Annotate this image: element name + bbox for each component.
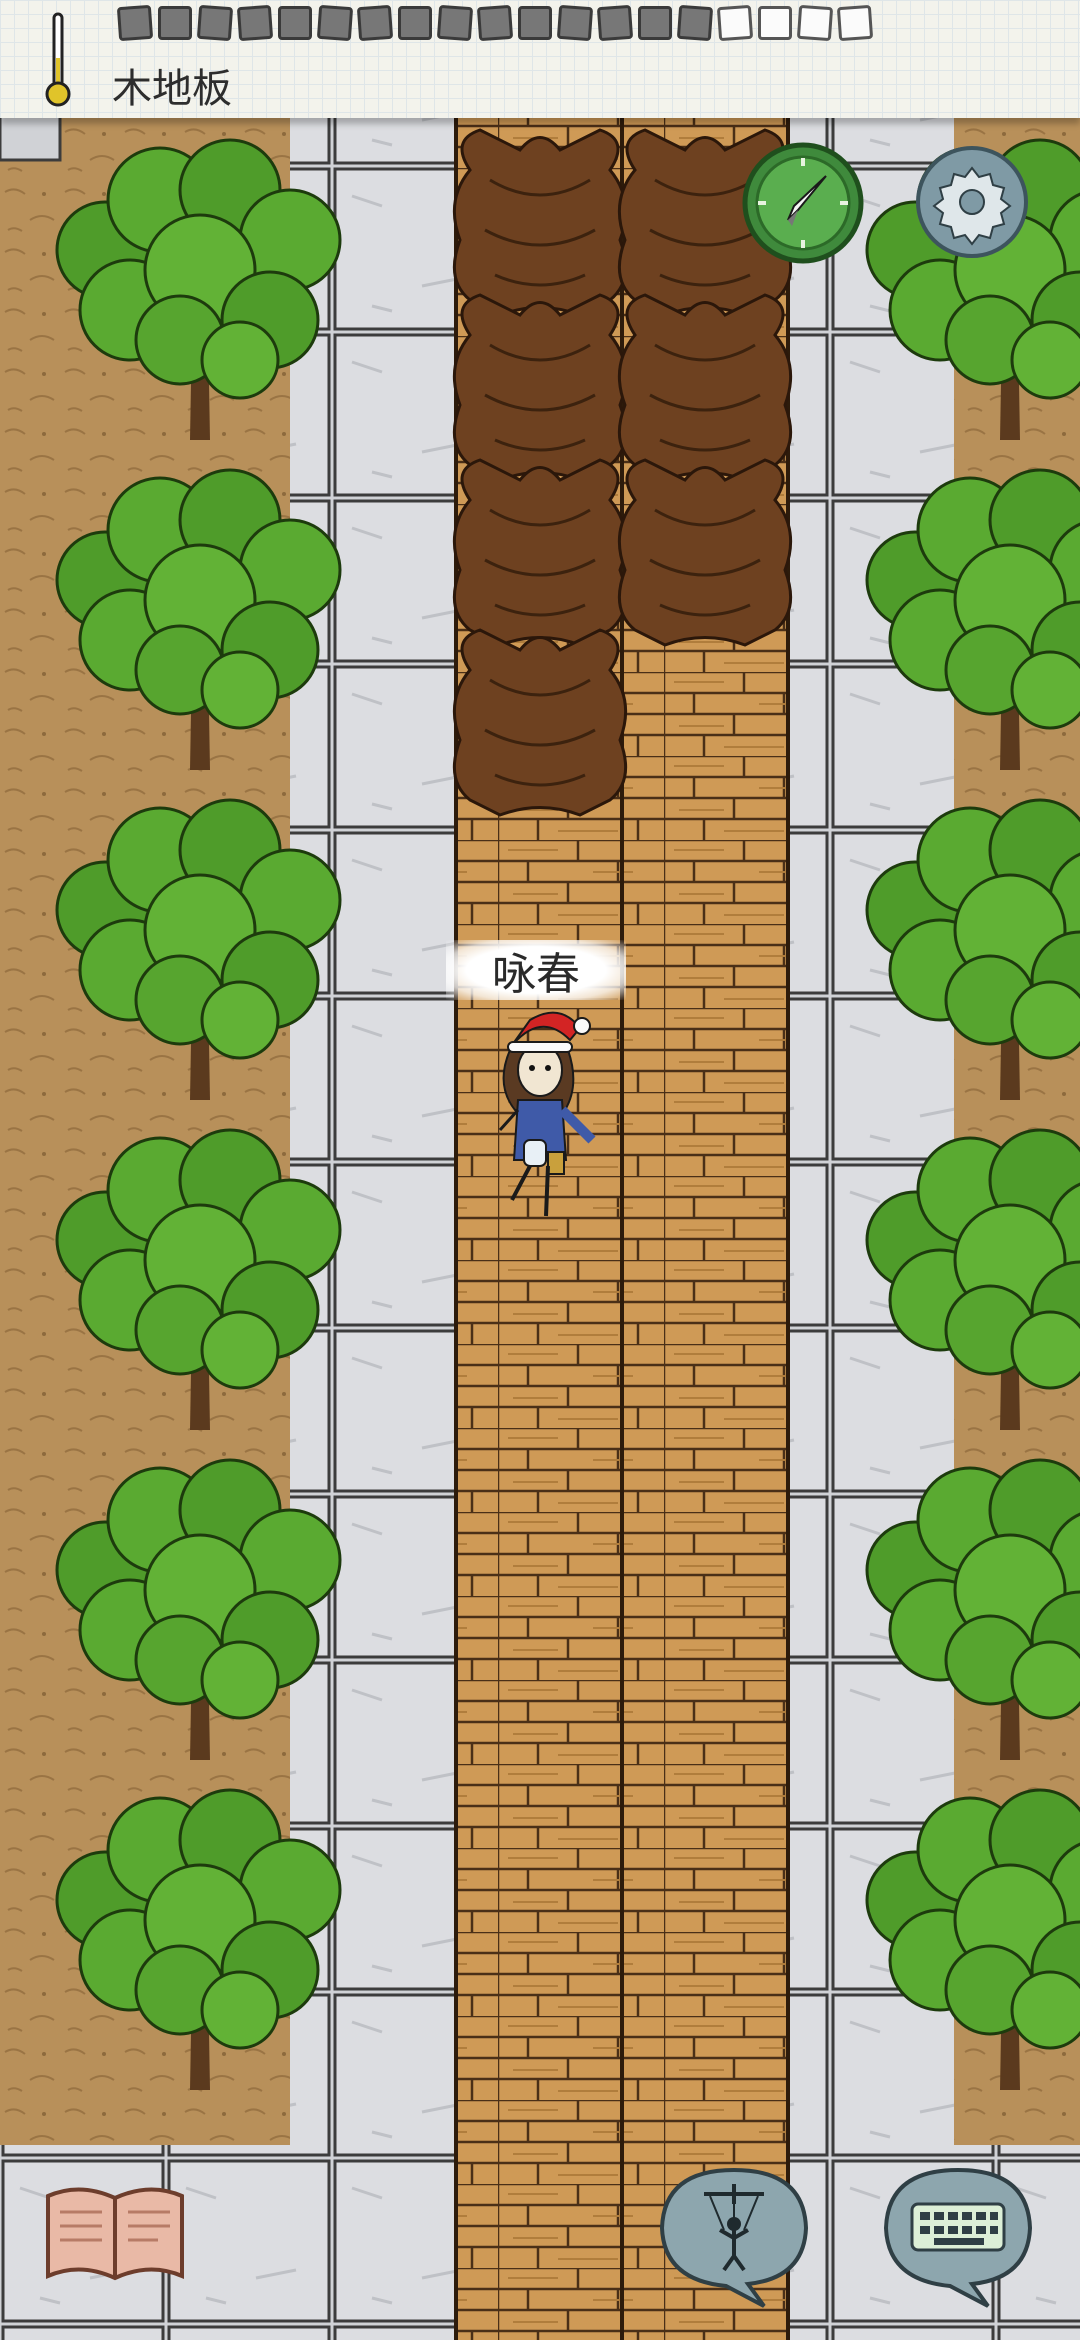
food-slot	[796, 4, 834, 42]
hud-top-bar: 木地板	[0, 0, 1080, 118]
thermometer-icon	[45, 12, 71, 107]
bear-rug[interactable]	[452, 628, 628, 817]
game-world[interactable]	[0, 0, 1080, 2340]
player-name-label: 咏春	[446, 940, 626, 1000]
puppet-icon[interactable]	[654, 2160, 814, 2310]
bear-rug[interactable]	[452, 128, 628, 317]
food-slot	[196, 4, 234, 42]
bear-rug[interactable]	[452, 458, 628, 647]
tile-name-label: 木地板	[112, 66, 232, 112]
food-slot	[518, 6, 552, 40]
food-slot	[638, 6, 672, 40]
gear-icon[interactable]	[912, 142, 1032, 262]
food-slot	[158, 6, 192, 40]
food-slot	[356, 4, 394, 42]
food-slot	[316, 4, 354, 42]
bear-rug[interactable]	[617, 293, 793, 482]
bear-rug[interactable]	[452, 293, 628, 482]
food-slot	[556, 4, 594, 42]
food-slot	[476, 4, 514, 42]
food-slot	[278, 6, 312, 40]
food-slot	[436, 4, 474, 42]
food-slot	[596, 4, 634, 42]
compass-icon[interactable]	[740, 140, 866, 266]
food-slot	[758, 6, 792, 40]
food-slot	[676, 4, 714, 42]
food-slot	[236, 4, 274, 42]
food-meter	[116, 4, 874, 42]
food-slot	[836, 4, 874, 42]
food-slot	[398, 6, 432, 40]
food-slot	[116, 4, 154, 42]
book-icon[interactable]	[40, 2178, 190, 2288]
keyboard-icon[interactable]	[878, 2160, 1038, 2310]
bear-rug[interactable]	[617, 458, 793, 647]
food-slot	[716, 4, 754, 42]
